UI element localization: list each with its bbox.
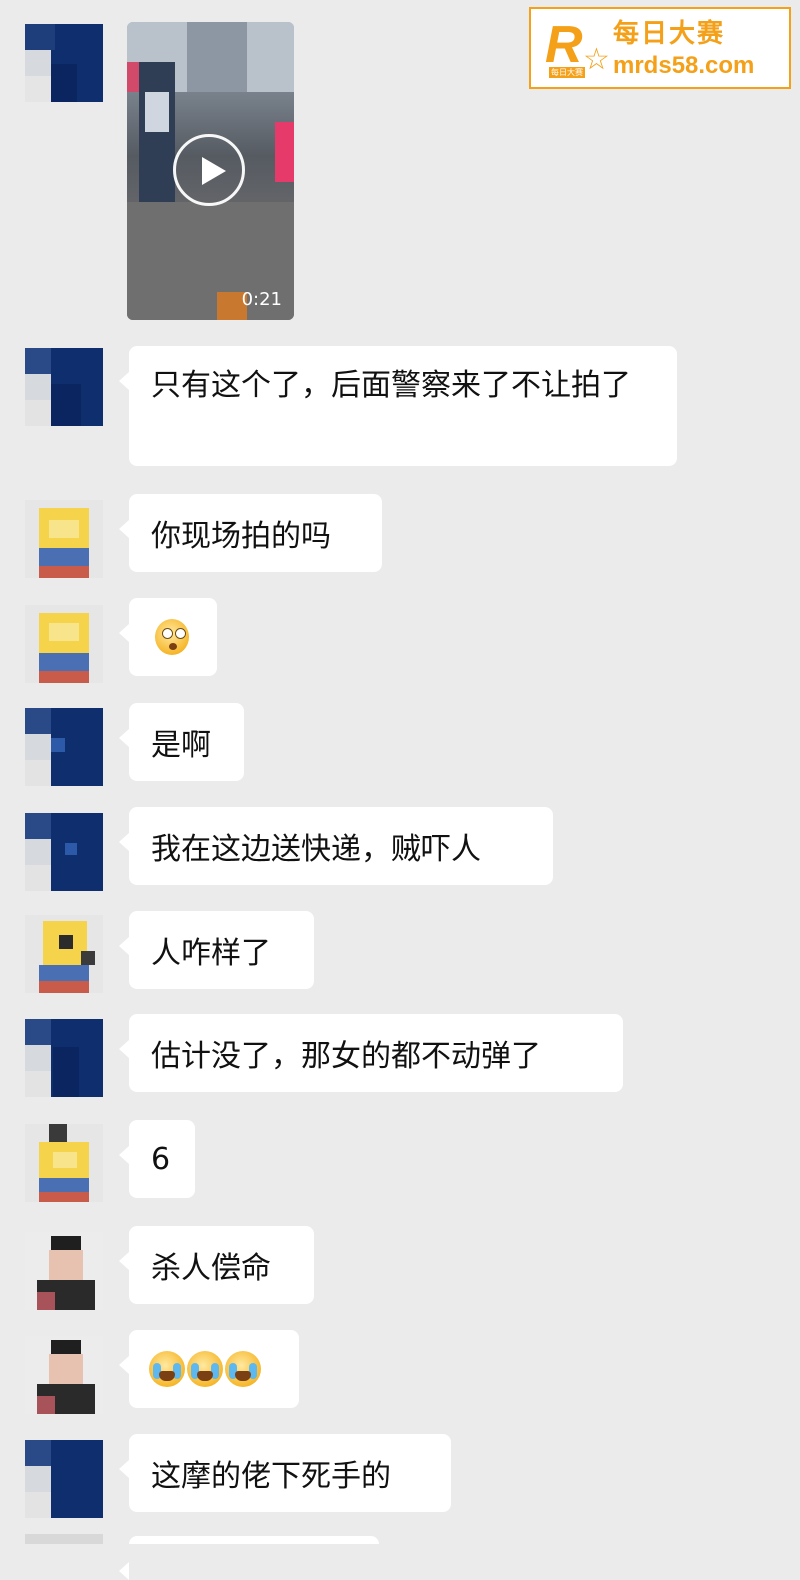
avatar-person[interactable] bbox=[25, 1336, 103, 1414]
message-bubble[interactable]: 我在这边送快递，贼吓人 bbox=[119, 807, 553, 885]
brand-name: 每日大赛 bbox=[613, 19, 726, 49]
message-text: 这摩的佬下死手的 bbox=[151, 1459, 391, 1494]
brand-letter: R bbox=[545, 16, 583, 74]
message-text: 6 bbox=[151, 1141, 171, 1177]
message-bubble[interactable] bbox=[119, 1330, 299, 1408]
avatar-yellow[interactable] bbox=[25, 500, 103, 578]
message-text: 是啊 bbox=[151, 728, 211, 763]
message-text: 估计没了，那女的都不动弹了 bbox=[151, 1039, 541, 1074]
message-text: 只有这个了，后面警察来了不让拍了 bbox=[151, 368, 631, 403]
facepalm-cry-icon bbox=[187, 1351, 223, 1387]
play-icon bbox=[202, 157, 226, 185]
brand-small-label: 每日大赛 bbox=[549, 67, 585, 78]
brand-url: mrds58.com bbox=[613, 52, 755, 79]
message-bubble[interactable] bbox=[119, 598, 217, 676]
star-icon: ☆ bbox=[583, 42, 610, 77]
avatar-yellow[interactable] bbox=[25, 915, 103, 993]
message-text: 人咋样了 bbox=[151, 936, 271, 971]
avatar-navy[interactable] bbox=[25, 708, 103, 786]
message-bubble[interactable]: 是啊 bbox=[119, 703, 244, 781]
avatar-yellow[interactable] bbox=[25, 1124, 103, 1202]
message-bubble[interactable]: 只有这个了，后面警察来了不让拍了 bbox=[119, 346, 677, 466]
message-bubble[interactable]: 这摩的佬下死手的 bbox=[119, 1434, 451, 1512]
message-bubble[interactable]: 6 bbox=[119, 1120, 195, 1198]
watermark-logo: R ☆ 每日大赛 每日大赛 mrds58.com bbox=[529, 7, 791, 89]
facepalm-cry-icon bbox=[149, 1351, 185, 1387]
message-bubble[interactable]: 杀人偿命 bbox=[119, 1226, 314, 1304]
avatar-navy[interactable] bbox=[25, 24, 103, 102]
message-bubble[interactable]: 人咋样了 bbox=[119, 911, 314, 989]
shocked-face-icon bbox=[155, 619, 189, 655]
message-bubble-partial bbox=[119, 1536, 379, 1580]
message-text: 你现场拍的吗 bbox=[151, 519, 331, 554]
avatar-navy[interactable] bbox=[25, 1019, 103, 1097]
avatar-yellow[interactable] bbox=[25, 605, 103, 683]
message-bubble[interactable]: 估计没了，那女的都不动弹了 bbox=[119, 1014, 623, 1092]
video-duration: 0:21 bbox=[241, 289, 282, 310]
avatar-person[interactable] bbox=[25, 1232, 103, 1310]
facepalm-cry-icon bbox=[225, 1351, 261, 1387]
play-button[interactable] bbox=[173, 134, 245, 206]
avatar-partial bbox=[25, 1534, 103, 1544]
message-text: 杀人偿命 bbox=[151, 1251, 271, 1286]
message-text: 我在这边送快递，贼吓人 bbox=[151, 832, 481, 867]
avatar-navy[interactable] bbox=[25, 1440, 103, 1518]
avatar-navy[interactable] bbox=[25, 813, 103, 891]
video-message[interactable]: 0:21 bbox=[127, 22, 294, 320]
avatar-navy[interactable] bbox=[25, 348, 103, 426]
message-bubble[interactable]: 你现场拍的吗 bbox=[119, 494, 382, 572]
